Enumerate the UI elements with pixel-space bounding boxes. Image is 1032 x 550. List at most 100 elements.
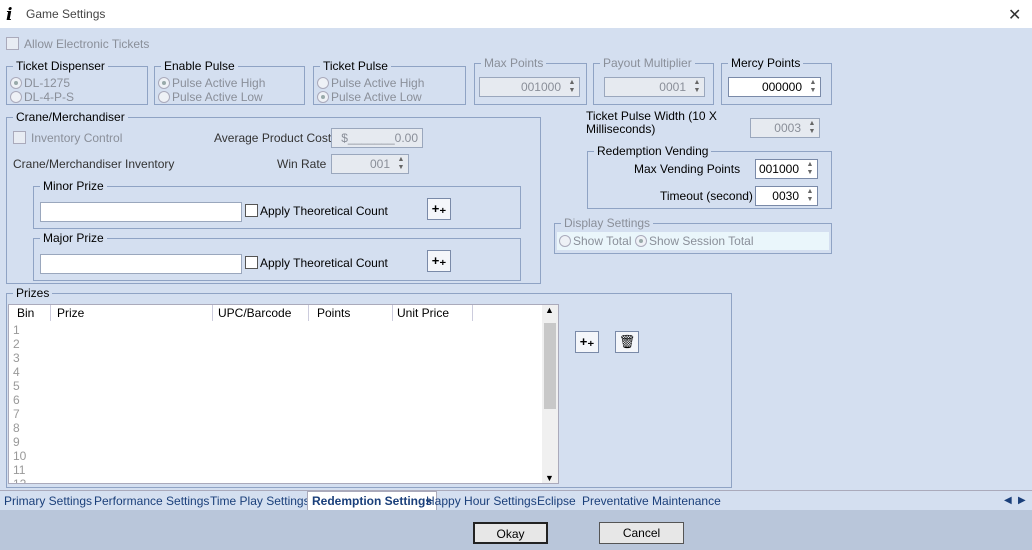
allow-electronic-tickets-checkbox[interactable] [6,37,19,50]
major-prize-group: Major Prize Apply Theoretical Count +₊ [33,231,521,281]
payout-multiplier-value: 0001 [659,80,686,94]
tab-scroll-left-icon[interactable]: ◀ [1004,493,1012,509]
spinner-arrows-icon[interactable]: ▲ ▼ [693,79,701,95]
table-row[interactable]: 5 [13,379,20,393]
timeout-value: 0030 [772,189,799,203]
tab-performance-settings[interactable]: Performance Settings [94,493,209,509]
win-rate-label: Win Rate [277,157,327,171]
table-row[interactable]: 10 [13,449,26,463]
table-row[interactable]: 4 [13,365,20,379]
table-row[interactable]: 12 [13,477,26,483]
major-apply-theoretical-checkbox[interactable] [245,256,258,269]
dl-1275-radio[interactable]: DL-1275 [10,76,70,90]
enable-pulse-title: Enable Pulse [161,59,238,73]
show-total-radio[interactable]: Show Total [559,234,631,248]
max-points-spinner[interactable]: 001000 ▲ ▼ [479,77,580,97]
tab-eclipse[interactable]: Eclipse [537,493,576,509]
tab-redemption-settings[interactable]: Redemption Settings [307,491,438,510]
scroll-up-icon[interactable]: ▲ [545,305,554,315]
column-header-prize[interactable]: Prize [53,305,213,321]
cancel-button[interactable]: Cancel [599,522,684,544]
table-row[interactable]: 8 [13,421,20,435]
minor-apply-theoretical-checkbox[interactable] [245,204,258,217]
table-row[interactable]: 1 [13,323,20,337]
prizes-table[interactable]: Bin Prize UPC/Barcode Points Unit Price … [8,304,559,484]
minor-prize-title: Minor Prize [40,179,107,193]
column-header-upc[interactable]: UPC/Barcode [214,305,309,321]
close-icon[interactable]: ✕ [1008,5,1021,25]
add-prize-button[interactable]: +₊ [575,331,599,353]
table-row[interactable]: 3 [13,351,20,365]
tab-happy-hour-settings[interactable]: Happy Hour Settings [426,493,537,509]
crane-merchandiser-title: Crane/Merchandiser [13,110,128,124]
spinner-arrows-icon[interactable]: ▲ ▼ [808,120,816,136]
ticket-pulse-group: Ticket Pulse Pulse Active High Pulse Act… [313,59,466,105]
enable-pulse-active-low-radio[interactable]: Pulse Active Low [158,90,263,104]
max-vending-points-value: 001000 [758,162,799,176]
add-major-prize-button[interactable]: +₊ [427,250,451,272]
okay-button[interactable]: Okay [473,522,548,544]
win-rate-spinner[interactable]: 001 ▲ ▼ [331,154,409,174]
tab-preventative-maintenance[interactable]: Preventative Maintenance [582,493,721,509]
prizes-scrollbar[interactable]: ▲ ▼ [542,305,558,483]
average-product-cost-input[interactable]: $_______0.00 [331,128,423,148]
add-minor-prize-button[interactable]: +₊ [427,198,451,220]
ticket-dispenser-group: Ticket Dispenser DL-1275 DL-4-P-S [6,59,148,105]
major-prize-title: Major Prize [40,231,107,245]
spinner-arrows-icon[interactable]: ▲ ▼ [806,161,814,177]
table-row[interactable]: 7 [13,407,20,421]
spinner-arrows-icon[interactable]: ▲ ▼ [568,79,576,95]
dialog-footer: Okay Cancel [0,510,1032,550]
scroll-thumb[interactable] [544,323,556,409]
title-bar: i Game Settings ✕ [0,0,1032,28]
max-points-group: Max Points 001000 ▲ ▼ [474,56,587,105]
tab-scroll-right-icon[interactable]: ▶ [1018,493,1026,509]
max-points-title: Max Points [481,56,547,70]
spinner-arrows-icon[interactable]: ▲ ▼ [806,188,814,204]
ticket-pulse-width-spinner[interactable]: 0003 ▲ ▼ [750,118,820,138]
show-session-total-radio[interactable]: Show Session Total [635,234,754,248]
dl-4-p-s-radio[interactable]: DL-4-P-S [10,90,74,104]
crane-inventory-label: Crane/Merchandiser Inventory [13,157,175,171]
redemption-vending-title: Redemption Vending [594,144,712,158]
column-header-unit-price[interactable]: Unit Price [393,305,473,321]
tab-time-play-settings[interactable]: Time Play Settings [210,493,310,509]
enable-pulse-active-high-radio[interactable]: Pulse Active High [158,76,265,90]
ticket-dispenser-title: Ticket Dispenser [13,59,108,73]
mercy-points-spinner[interactable]: 000000 ▲ ▼ [728,77,821,97]
table-row[interactable]: 6 [13,393,20,407]
enable-pulse-group: Enable Pulse Pulse Active High Pulse Act… [154,59,305,105]
column-header-bin[interactable]: Bin [13,305,51,321]
add-plus-icon: +₊ [431,201,447,216]
tab-bar: Primary Settings Performance Settings Ti… [0,490,1032,511]
table-row[interactable]: 2 [13,337,20,351]
tab-primary-settings[interactable]: Primary Settings [4,493,92,509]
major-prize-input[interactable] [40,254,242,274]
scroll-down-icon[interactable]: ▼ [545,473,554,483]
display-settings-group: Display Settings Show Total Show Session… [554,216,832,254]
max-vending-points-spinner[interactable]: 001000 ▲ ▼ [755,159,818,179]
crane-merchandiser-group: Crane/Merchandiser Inventory Control Ave… [6,110,541,284]
ticket-pulse-active-high-radio[interactable]: Pulse Active High [317,76,424,90]
spinner-arrows-icon[interactable]: ▲ ▼ [809,79,817,95]
redemption-vending-group: Redemption Vending Max Vending Points 00… [587,144,832,209]
average-product-cost-value: $_______0.00 [341,131,418,145]
add-plus-icon: +₊ [579,334,595,349]
ticket-pulse-width-value: 0003 [774,121,801,135]
max-points-value: 001000 [520,80,561,94]
add-plus-icon: +₊ [431,253,447,268]
timeout-spinner[interactable]: 0030 ▲ ▼ [755,186,818,206]
average-product-cost-label: Average Product Cost [214,131,332,145]
delete-prize-button[interactable]: 🗑 [615,331,639,353]
table-row[interactable]: 11 [13,463,25,477]
minor-prize-input[interactable] [40,202,242,222]
payout-multiplier-spinner[interactable]: 0001 ▲ ▼ [604,77,705,97]
table-row[interactable]: 9 [13,435,20,449]
ticket-pulse-width-label: Ticket Pulse Width (10 X Milliseconds) [586,109,717,136]
inventory-control-checkbox[interactable] [13,131,26,144]
spinner-arrows-icon[interactable]: ▲ ▼ [397,156,405,172]
ticket-pulse-active-low-radio[interactable]: Pulse Active Low [317,90,422,104]
column-header-points[interactable]: Points [313,305,393,321]
inventory-control-label: Inventory Control [31,131,123,145]
mercy-points-title: Mercy Points [728,56,804,70]
